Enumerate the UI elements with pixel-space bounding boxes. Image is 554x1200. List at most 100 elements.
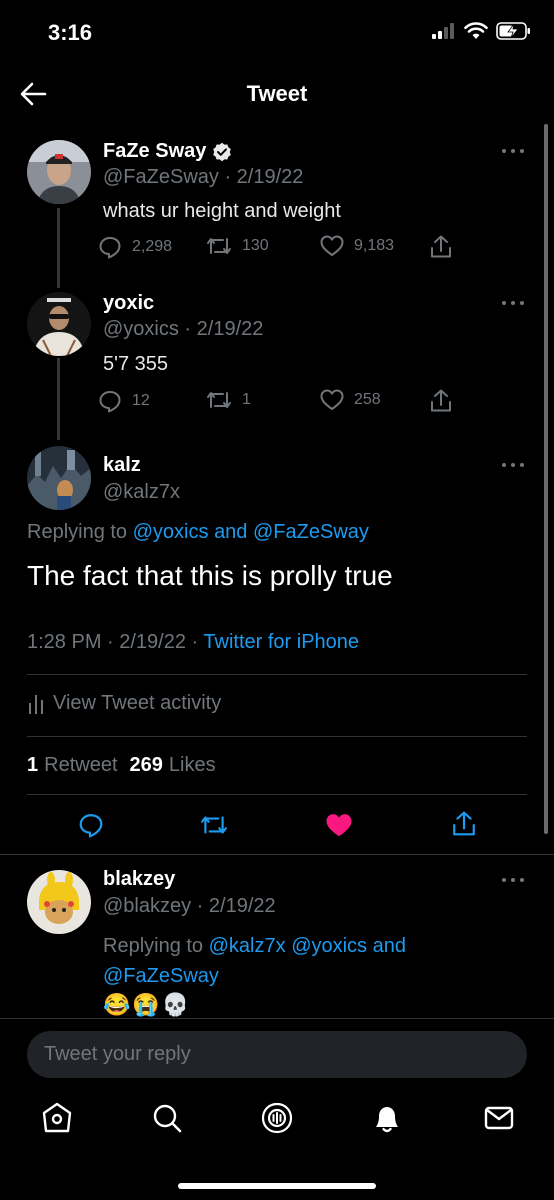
reply-icon [99,391,121,413]
retweet-total[interactable]: 1 [27,754,38,777]
messages-icon [484,1106,514,1130]
heart-filled-icon [326,814,352,837]
replying-to: Replying to @kalz7x @yoxics and @FaZeSwa… [103,931,523,991]
battery-charging-icon [496,22,530,40]
reply-icon [79,814,103,838]
section-divider [0,854,554,855]
tweet-actions: 2,298 130 9,183 [98,235,458,261]
replying-and: and [372,935,406,957]
tweet-text: 5'7 355 [103,353,168,375]
avatar[interactable] [27,870,91,934]
handle: @kalz7x [103,481,180,503]
thread-line [57,358,60,440]
avatar-image [27,292,91,356]
tab-notifications[interactable] [370,1101,404,1135]
like-button[interactable]: 258 [320,389,381,411]
reply-tweet-blakzey[interactable]: blakzey @blakzey · 2/19/22 Replying to @… [0,866,554,1018]
display-name[interactable]: FaZe Sway [103,140,232,163]
tweet-timestamp: 1:28 PM · 2/19/22 · [27,631,199,653]
heart-icon [320,235,344,256]
status-bar: 3:16 [0,0,554,66]
retweet-button[interactable]: 130 [206,235,269,257]
reply-emojis: 😂😭💀 [103,992,192,1017]
like-count: 9,183 [354,237,395,254]
thread-line [57,208,60,288]
tweet-text: whats ur height and weight [103,200,341,222]
reply-count: 2,298 [132,238,173,255]
status-icons [432,22,532,40]
replying-prefix: Replying to [103,935,204,957]
reply-count: 12 [132,392,150,409]
tweet-text: The fact that this is prolly true [27,560,393,591]
tweet-actions: 12 1 258 [98,389,458,415]
scrollbar[interactable] [544,124,548,834]
tweet-faze-sway[interactable]: FaZe Sway @FaZeSway · 2/19/22 whats ur h… [0,138,554,288]
replying-to: Replying to @yoxics and @FaZeSway [27,521,369,544]
avatar[interactable] [27,446,91,510]
divider [27,736,527,737]
more-options-button[interactable] [502,299,524,307]
share-button[interactable] [452,811,476,842]
home-icon [42,1102,72,1133]
like-count: 258 [354,391,381,408]
notifications-icon [376,1107,398,1133]
cellular-signal-icon [432,23,454,39]
wifi-icon [464,22,488,39]
like-total[interactable]: 269 [130,754,163,777]
display-name-text: FaZe Sway [103,140,207,162]
mention-link[interactable]: @kalz7x [209,935,286,957]
activity-label: View Tweet activity [53,692,222,714]
display-name[interactable]: kalz [103,454,141,477]
share-button[interactable] [430,389,452,413]
tweet-source-link[interactable]: Twitter for iPhone [203,631,359,653]
tab-search[interactable] [150,1101,184,1135]
home-indicator [178,1183,376,1189]
spaces-icon [261,1102,293,1134]
handle-date: @yoxics · 2/19/22 [103,318,264,340]
more-options-button[interactable] [502,876,524,884]
share-icon [431,389,451,412]
mention-link[interactable]: @yoxics [133,521,209,543]
analytics-icon [29,694,43,714]
avatar[interactable] [27,140,91,204]
reply-button[interactable]: 2,298 [98,235,172,259]
tab-home[interactable] [40,1101,74,1135]
display-name-text: kalz [103,454,141,476]
avatar-image [27,140,91,204]
like-button-active[interactable] [325,813,353,843]
tab-spaces[interactable] [260,1101,294,1135]
divider [27,674,527,675]
view-tweet-activity[interactable]: View Tweet activity [27,692,221,715]
retweet-button[interactable]: 1 [206,389,251,411]
retweet-icon [207,238,231,254]
tweet-meta: 1:28 PM · 2/19/22 · Twitter for iPhone [27,631,359,654]
page-title: Tweet [246,81,308,106]
display-name-text: blakzey [103,868,176,890]
retweet-label: Retweet [44,754,118,776]
heart-icon [320,389,344,410]
display-name[interactable]: blakzey [103,868,175,891]
retweet-icon [201,816,227,834]
display-name[interactable]: yoxic [103,292,154,315]
mention-link[interactable]: @yoxics [291,935,367,957]
reply-button[interactable]: 12 [98,389,150,413]
more-options-button[interactable] [502,147,524,155]
mention-link[interactable]: @FaZeSway [103,965,219,987]
mention-link[interactable]: @FaZeSway [253,521,369,543]
reply-icon [99,237,121,259]
search-icon [153,1104,182,1133]
retweet-count: 130 [242,237,269,254]
like-label: Likes [168,754,216,776]
retweet-icon [207,392,231,408]
like-button[interactable]: 9,183 [320,235,394,257]
tab-messages[interactable] [482,1101,516,1135]
retweet-button[interactable] [200,813,228,842]
share-button[interactable] [430,235,452,259]
tweet-yoxic[interactable]: yoxic @yoxics · 2/19/22 5'7 355 12 1 258 [0,290,554,440]
reply-button[interactable] [78,812,104,843]
more-options-button[interactable] [502,461,524,469]
avatar[interactable] [27,292,91,356]
replying-prefix: Replying to [27,521,128,543]
share-icon [431,235,451,258]
reply-input[interactable]: Tweet your reply [27,1031,527,1078]
